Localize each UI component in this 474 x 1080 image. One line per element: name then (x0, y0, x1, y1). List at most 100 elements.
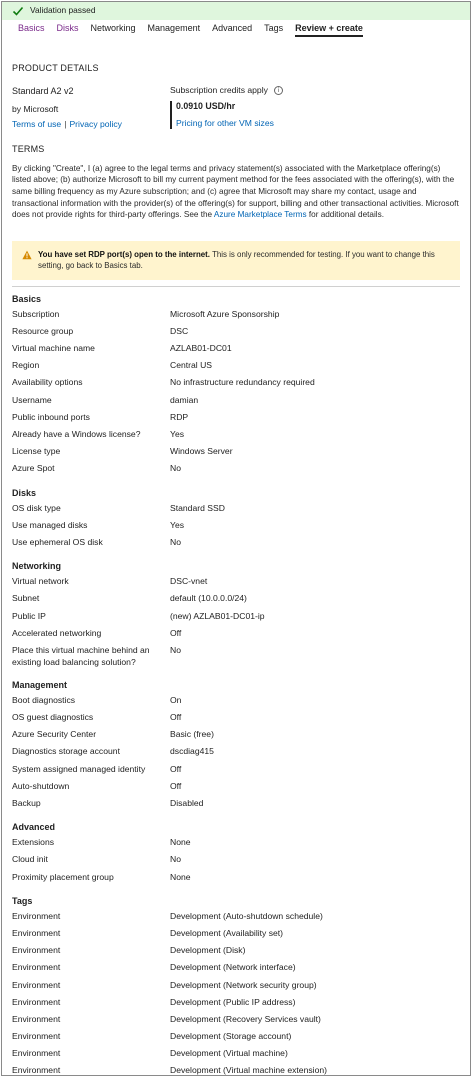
summary-label: Environment (12, 1031, 61, 1042)
section-title-management: Management (12, 679, 68, 690)
summary-label: System assigned managed identity (12, 763, 146, 774)
pricing-link[interactable]: Pricing for other VM sizes (176, 118, 460, 130)
summary-value: Off (170, 627, 182, 638)
credits-label: Subscription credits apply (170, 85, 268, 96)
summary-row: Resource group DSC (12, 326, 460, 343)
summary-value: Yes (170, 519, 185, 530)
summary-row: Extensions None (12, 837, 460, 854)
tab-networking[interactable]: Networking (91, 22, 136, 36)
summary-label: Azure Security Center (12, 729, 97, 740)
summary-row: Username damian (12, 395, 460, 412)
price-box: 0.0910 USD/hr Pricing for other VM sizes (170, 100, 460, 130)
validation-banner: Validation passed (2, 2, 470, 20)
summary-row: Public IP (new) AZLAB01-DC01-ip (12, 611, 460, 628)
summary-row: Environment Development (Public IP addres… (12, 997, 460, 1014)
terms-of-use-link[interactable]: Terms of use (12, 119, 61, 129)
summary-row: Availability options No infrastructure re… (12, 377, 460, 394)
summary-label: Place this virtual machine behind an exi… (12, 644, 150, 667)
tab-advanced[interactable]: Advanced (212, 22, 252, 36)
summary-label: Subscription (12, 308, 60, 319)
privacy-policy-link[interactable]: Privacy policy (69, 119, 122, 129)
warning-bold-text: You have set RDP port(s) open to the int… (38, 249, 211, 259)
summary-label: Environment (12, 1048, 61, 1059)
summary-value: Standard SSD (170, 502, 225, 513)
summary-value: Off (170, 763, 182, 774)
section-title-networking: Networking (12, 561, 62, 572)
summary-label: Cloud init (12, 854, 48, 865)
price: 0.0910 USD/hr (176, 100, 236, 111)
summary-value: Development (Virtual machine) (170, 1048, 288, 1059)
summary-value: Microsoft Azure Sponsorship (170, 308, 280, 319)
section-title-tags: Tags (12, 895, 33, 906)
summary-value: Off (170, 712, 182, 723)
summary-value: No (170, 463, 181, 474)
summary-value: Development (Auto-shutdown schedule) (170, 910, 323, 921)
wizard-tabs: Basics Disks Networking Management Advan… (2, 22, 470, 38)
info-icon[interactable]: i (273, 86, 283, 96)
summary-row: Use managed disks Yes (12, 520, 460, 537)
summary-row: Azure Spot No (12, 463, 460, 480)
tab-tags[interactable]: Tags (264, 22, 283, 36)
summary-value: Development (Recovery Services vault) (170, 1013, 321, 1024)
summary-row: Accelerated networking Off (12, 628, 460, 645)
summary-label: Use ephemeral OS disk (12, 536, 103, 547)
summary-value: Basic (free) (170, 729, 214, 740)
summary-label: Extensions (12, 837, 55, 848)
summary-label: Public inbound ports (12, 411, 90, 422)
summary-row: Environment Development (Network interfac… (12, 962, 460, 979)
publisher: by Microsoft (12, 104, 59, 115)
summary-value: Development (Network security group) (170, 979, 317, 990)
tab-review-create[interactable]: Review + create (295, 22, 363, 38)
summary-value: No infrastructure redundancy required (170, 377, 315, 388)
summary-label: Diagnostics storage account (12, 746, 120, 757)
summary-row: Place this virtual machine behind an exi… (12, 645, 460, 673)
summary-row: Environment Development (Virtual machine) (12, 1048, 460, 1065)
summary-value: No (170, 854, 181, 865)
marketplace-terms-link[interactable]: Azure Marketplace Terms (214, 210, 307, 219)
summary-label: License type (12, 446, 61, 457)
summary-label: Subnet (12, 593, 40, 604)
summary-label: Backup (12, 798, 41, 809)
summary-label: Already have a Windows license? (12, 429, 141, 440)
summary-value: Development (Public IP address) (170, 996, 296, 1007)
tab-disks[interactable]: Disks (57, 22, 79, 36)
summary-row: Auto-shutdown Off (12, 781, 460, 798)
summary-row: Proximity placement group None (12, 872, 460, 889)
summary-value: None (170, 837, 191, 848)
summary-label: Environment (12, 1065, 61, 1076)
summary-row: Virtual machine name AZLAB01-DC01 (12, 343, 460, 360)
summary-value: On (170, 694, 182, 705)
summary-row: License type Windows Server (12, 446, 460, 463)
summary-value: default (10.0.0.0/24) (170, 593, 247, 604)
summary-label: Environment (12, 996, 61, 1007)
summary-label: Accelerated networking (12, 627, 102, 638)
checkmark-icon (12, 6, 24, 16)
summary-row: Environment Development (Virtual machine … (12, 1065, 460, 1076)
tab-basics[interactable]: Basics (18, 22, 45, 36)
summary-value: Off (170, 780, 182, 791)
summary-row: Environment Development (Disk) (12, 945, 460, 962)
section-title-advanced: Advanced (12, 822, 56, 833)
summary-label: Environment (12, 962, 61, 973)
summary-row: Cloud init No (12, 854, 460, 871)
section-title-disks: Disks (12, 487, 37, 498)
summary-row: System assigned managed identity Off (12, 764, 460, 781)
summary-row: Environment Development (Availability set… (12, 928, 460, 945)
summary-row: Backup Disabled (12, 798, 460, 815)
product-details: Standard A2 v2 by Microsoft Terms of use… (12, 85, 460, 130)
summary-row: Diagnostics storage account dscdiag415 (12, 746, 460, 763)
summary-row: Environment Development (Auto-shutdown sc… (12, 911, 460, 928)
tab-management[interactable]: Management (148, 22, 201, 36)
summary-label: OS guest diagnostics (12, 712, 94, 723)
summary-value: No (170, 536, 181, 547)
summary-label: OS disk type (12, 502, 61, 513)
summary-value: RDP (170, 411, 189, 422)
review-content: PRODUCT DETAILS Standard A2 v2 by Micros… (2, 62, 470, 1076)
summary-row: Use ephemeral OS disk No (12, 537, 460, 554)
summary-row: Already have a Windows license? Yes (12, 429, 460, 446)
section-title-basics: Basics (12, 293, 42, 304)
summary-row: Azure Security Center Basic (free) (12, 729, 460, 746)
summary-value: (new) AZLAB01-DC01-ip (170, 610, 265, 621)
summary-label: Virtual machine name (12, 343, 95, 354)
terms-heading: TERMS (12, 144, 45, 155)
